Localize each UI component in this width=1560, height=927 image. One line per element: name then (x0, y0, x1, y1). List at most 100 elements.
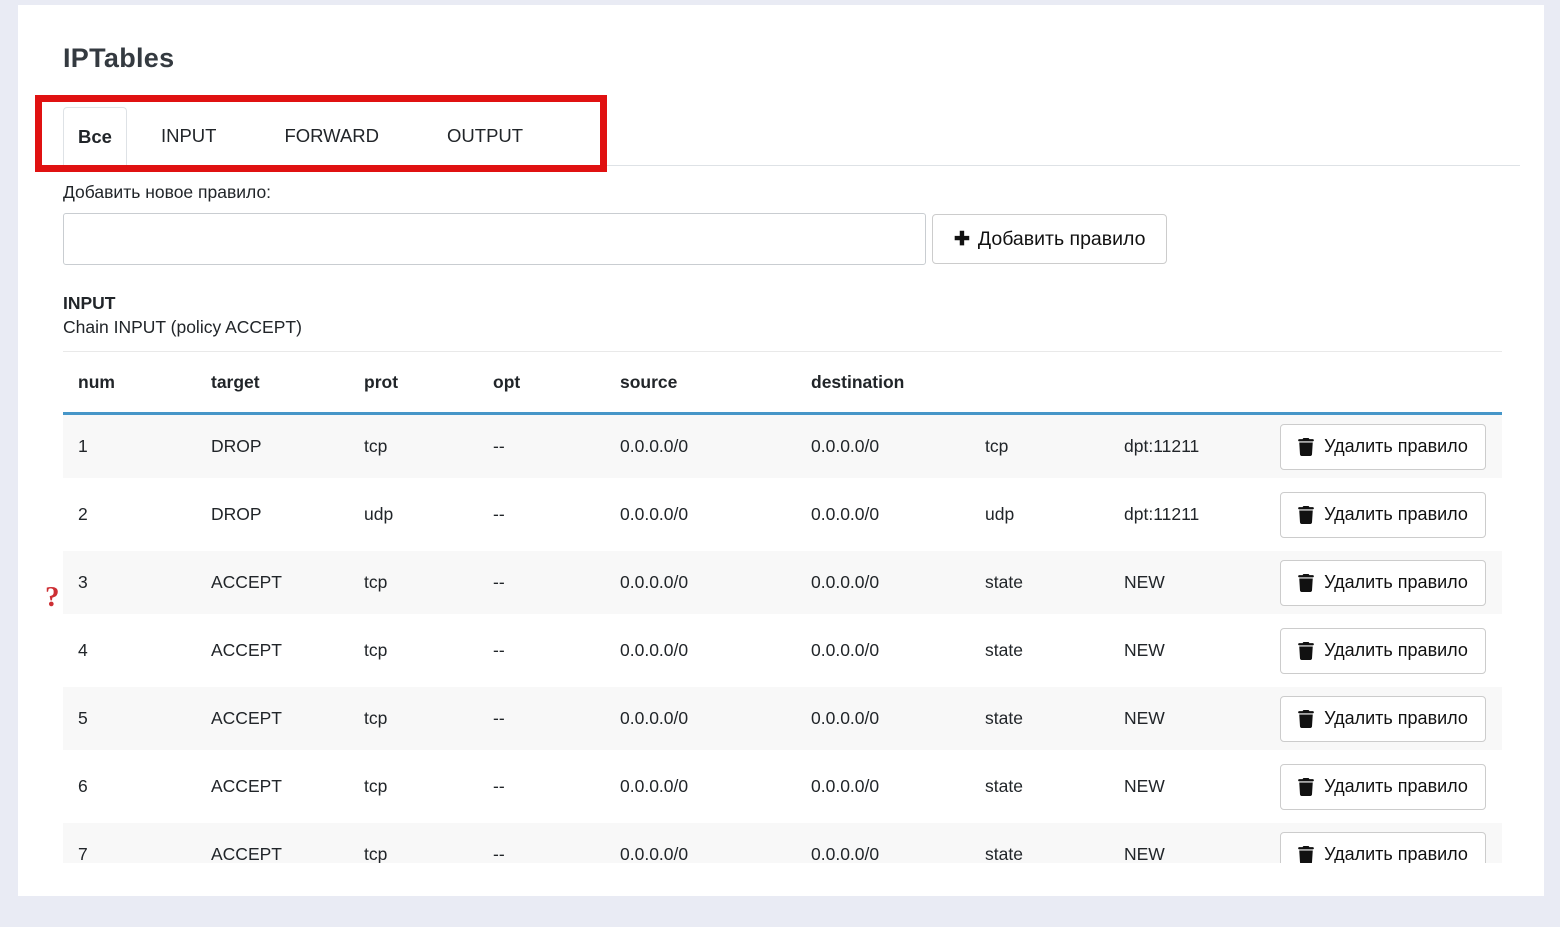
cell-extra1: state (985, 844, 1124, 863)
cell-actions: Удалить правило (1280, 628, 1502, 674)
delete-rule-button[interactable]: Удалить правило (1280, 628, 1486, 674)
delete-rule-label: Удалить правило (1324, 844, 1468, 863)
tab-forward[interactable]: FORWARD (256, 107, 407, 165)
cell-source: 0.0.0.0/0 (620, 776, 811, 797)
cell-prot: tcp (364, 708, 493, 729)
new-rule-input[interactable] (63, 213, 926, 265)
table-row: 6 ACCEPT tcp -- 0.0.0.0/0 0.0.0.0/0 stat… (63, 755, 1502, 818)
delete-rule-button[interactable]: Удалить правило (1280, 560, 1486, 606)
cell-target: ACCEPT (211, 640, 364, 661)
cell-actions: Удалить правило (1280, 696, 1502, 742)
cell-actions: Удалить правило (1280, 424, 1502, 470)
cell-prot: tcp (364, 436, 493, 457)
table-row: 4 ACCEPT tcp -- 0.0.0.0/0 0.0.0.0/0 stat… (63, 619, 1502, 682)
header-target: target (211, 372, 364, 393)
tab-forward-label: FORWARD (284, 125, 379, 147)
cell-destination: 0.0.0.0/0 (811, 572, 985, 593)
cell-destination: 0.0.0.0/0 (811, 504, 985, 525)
cell-target: DROP (211, 504, 364, 525)
tab-output[interactable]: OUTPUT (419, 107, 551, 165)
add-rule-button[interactable]: ✚ Добавить правило (932, 214, 1167, 264)
cell-opt: -- (493, 436, 620, 457)
cell-destination: 0.0.0.0/0 (811, 708, 985, 729)
cell-actions: Удалить правило (1280, 492, 1502, 538)
cell-opt: -- (493, 844, 620, 863)
cell-opt: -- (493, 776, 620, 797)
cell-extra1: state (985, 572, 1124, 593)
cell-opt: -- (493, 572, 620, 593)
header-num: num (78, 372, 211, 393)
header-opt: opt (493, 372, 620, 393)
header-source: source (620, 372, 811, 393)
trash-icon (1298, 710, 1314, 728)
table-body: 1 DROP tcp -- 0.0.0.0/0 0.0.0.0/0 tcp dp… (63, 415, 1502, 863)
delete-rule-label: Удалить правило (1324, 640, 1468, 661)
add-rule-button-label: Добавить правило (978, 228, 1146, 251)
tab-input-label: INPUT (161, 125, 217, 147)
cell-target: ACCEPT (211, 776, 364, 797)
cell-target: ACCEPT (211, 708, 364, 729)
delete-rule-button[interactable]: Удалить правило (1280, 492, 1486, 538)
table-row: 7 ACCEPT tcp -- 0.0.0.0/0 0.0.0.0/0 stat… (63, 823, 1502, 863)
cell-destination: 0.0.0.0/0 (811, 436, 985, 457)
add-rule-label: Добавить новое правило: (63, 182, 1520, 202)
cell-prot: tcp (364, 640, 493, 661)
chain-section-subtitle: Chain INPUT (policy ACCEPT) (63, 318, 1520, 337)
cell-prot: udp (364, 504, 493, 525)
trash-icon (1298, 778, 1314, 796)
cell-target: DROP (211, 436, 364, 457)
cell-opt: -- (493, 504, 620, 525)
cell-source: 0.0.0.0/0 (620, 436, 811, 457)
tab-input[interactable]: INPUT (133, 107, 245, 165)
delete-rule-button[interactable]: Удалить правило (1280, 424, 1486, 470)
cell-source: 0.0.0.0/0 (620, 504, 811, 525)
cell-source: 0.0.0.0/0 (620, 640, 811, 661)
cell-source: 0.0.0.0/0 (620, 844, 811, 863)
cell-destination: 0.0.0.0/0 (811, 776, 985, 797)
cell-extra2: NEW (1124, 708, 1280, 729)
page: IPTables Все INPUT FORWARD OUTPUT Добави… (0, 0, 1560, 927)
cell-num: 2 (78, 504, 211, 525)
cell-num: 6 (78, 776, 211, 797)
rules-table: num target prot opt source destination 1… (63, 351, 1502, 863)
cell-num: 1 (78, 436, 211, 457)
cell-destination: 0.0.0.0/0 (811, 844, 985, 863)
trash-icon (1298, 438, 1314, 456)
cell-extra2: NEW (1124, 572, 1280, 593)
delete-rule-label: Удалить правило (1324, 572, 1468, 593)
trash-icon (1298, 574, 1314, 592)
delete-rule-button[interactable]: Удалить правило (1280, 764, 1486, 810)
trash-icon (1298, 506, 1314, 524)
cell-prot: tcp (364, 572, 493, 593)
delete-rule-label: Удалить правило (1324, 776, 1468, 797)
cell-num: 5 (78, 708, 211, 729)
cell-source: 0.0.0.0/0 (620, 572, 811, 593)
tab-all[interactable]: Все (63, 107, 127, 166)
header-destination: destination (811, 372, 985, 393)
header-prot: prot (364, 372, 493, 393)
delete-rule-label: Удалить правило (1324, 708, 1468, 729)
cell-extra2: dpt:11211 (1124, 504, 1280, 525)
cell-extra2: NEW (1124, 640, 1280, 661)
cell-extra1: state (985, 640, 1124, 661)
trash-icon (1298, 642, 1314, 660)
cell-extra1: tcp (985, 436, 1124, 457)
cell-num: 3 (78, 572, 211, 593)
cell-prot: tcp (364, 776, 493, 797)
delete-rule-label: Удалить правило (1324, 436, 1468, 457)
delete-rule-button[interactable]: Удалить правило (1280, 696, 1486, 742)
table-row: 3 ACCEPT tcp -- 0.0.0.0/0 0.0.0.0/0 stat… (63, 551, 1502, 614)
trash-icon (1298, 846, 1314, 864)
cell-destination: 0.0.0.0/0 (811, 640, 985, 661)
cell-source: 0.0.0.0/0 (620, 708, 811, 729)
cell-actions: Удалить правило (1280, 764, 1502, 810)
delete-rule-button[interactable]: Удалить правило (1280, 832, 1486, 864)
iptables-panel: IPTables Все INPUT FORWARD OUTPUT Добави… (18, 5, 1544, 896)
cell-prot: tcp (364, 844, 493, 863)
plus-icon: ✚ (954, 230, 970, 249)
chain-section-title: INPUT (63, 294, 1520, 313)
table-row: 1 DROP tcp -- 0.0.0.0/0 0.0.0.0/0 tcp dp… (63, 415, 1502, 478)
table-row: 2 DROP udp -- 0.0.0.0/0 0.0.0.0/0 udp dp… (63, 483, 1502, 546)
cell-target: ACCEPT (211, 572, 364, 593)
cell-extra2: dpt:11211 (1124, 436, 1280, 457)
